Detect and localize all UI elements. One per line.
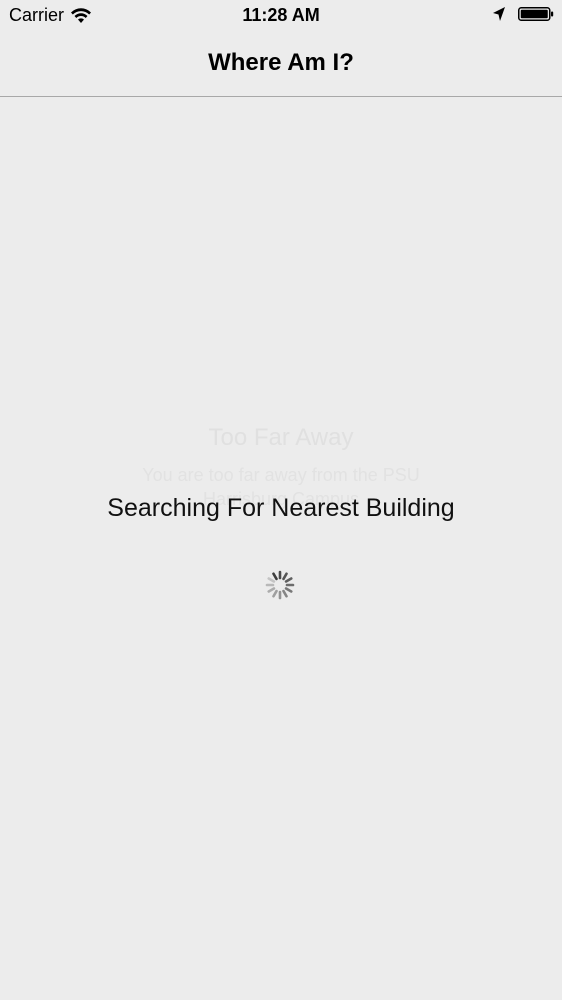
activity-spinner-icon (265, 570, 295, 600)
searching-status-text: Searching For Nearest Building (107, 494, 455, 522)
status-bar: Carrier 11:28 AM (0, 0, 562, 32)
too-far-away-title: Too Far Away (208, 424, 354, 451)
location-arrow-icon (493, 7, 505, 21)
status-right-group (492, 6, 554, 22)
page-title: Where Am I? (208, 49, 354, 76)
navigation-bar: Where Am I? (0, 32, 562, 97)
battery-icon (518, 7, 554, 21)
status-time: 11:28 AM (242, 5, 320, 25)
